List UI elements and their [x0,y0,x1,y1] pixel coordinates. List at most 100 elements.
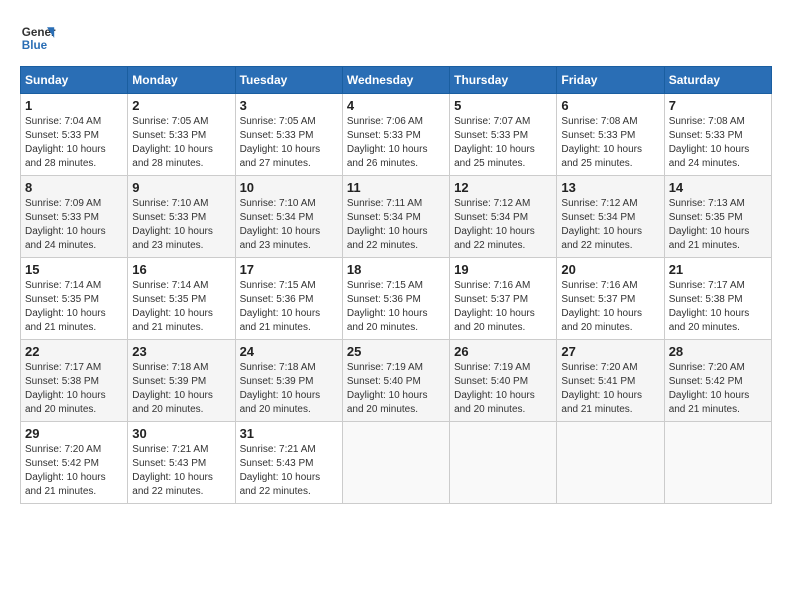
day-number: 24 [240,344,338,359]
day-number: 4 [347,98,445,113]
day-info: Sunrise: 7:15 AM Sunset: 5:36 PM Dayligh… [240,279,338,335]
day-number: 11 [347,180,445,195]
calendar-week-5: 29 Sunrise: 7:20 AM Sunset: 5:42 PM Dayli… [21,422,772,504]
calendar-cell: 12 Sunrise: 7:12 AM Sunset: 5:34 PM Dayli… [450,176,557,258]
calendar-cell: 16 Sunrise: 7:14 AM Sunset: 5:35 PM Dayli… [128,258,235,340]
calendar-week-2: 8 Sunrise: 7:09 AM Sunset: 5:33 PM Daylig… [21,176,772,258]
calendar-cell: 20 Sunrise: 7:16 AM Sunset: 5:37 PM Dayli… [557,258,664,340]
day-number: 20 [561,262,659,277]
calendar-cell: 24 Sunrise: 7:18 AM Sunset: 5:39 PM Dayli… [235,340,342,422]
day-info: Sunrise: 7:14 AM Sunset: 5:35 PM Dayligh… [132,279,230,335]
day-info: Sunrise: 7:10 AM Sunset: 5:33 PM Dayligh… [132,197,230,253]
calendar-cell: 29 Sunrise: 7:20 AM Sunset: 5:42 PM Dayli… [21,422,128,504]
day-info: Sunrise: 7:12 AM Sunset: 5:34 PM Dayligh… [454,197,552,253]
day-number: 21 [669,262,767,277]
day-number: 18 [347,262,445,277]
col-header-wednesday: Wednesday [342,67,449,94]
day-number: 28 [669,344,767,359]
day-info: Sunrise: 7:13 AM Sunset: 5:35 PM Dayligh… [669,197,767,253]
day-info: Sunrise: 7:06 AM Sunset: 5:33 PM Dayligh… [347,115,445,171]
day-number: 27 [561,344,659,359]
calendar-cell: 14 Sunrise: 7:13 AM Sunset: 5:35 PM Dayli… [664,176,771,258]
col-header-friday: Friday [557,67,664,94]
day-info: Sunrise: 7:10 AM Sunset: 5:34 PM Dayligh… [240,197,338,253]
day-number: 9 [132,180,230,195]
col-header-saturday: Saturday [664,67,771,94]
calendar-cell: 3 Sunrise: 7:05 AM Sunset: 5:33 PM Daylig… [235,94,342,176]
calendar-cell: 21 Sunrise: 7:17 AM Sunset: 5:38 PM Dayli… [664,258,771,340]
calendar-cell: 30Sunrise: 7:21 AM Sunset: 5:43 PM Dayli… [128,422,235,504]
page-header: General Blue [20,20,772,56]
calendar-cell: 26Sunrise: 7:19 AM Sunset: 5:40 PM Dayli… [450,340,557,422]
calendar-cell: 15Sunrise: 7:14 AM Sunset: 5:35 PM Dayli… [21,258,128,340]
day-number: 12 [454,180,552,195]
calendar-cell [342,422,449,504]
day-number: 14 [669,180,767,195]
calendar-cell: 27 Sunrise: 7:20 AM Sunset: 5:41 PM Dayli… [557,340,664,422]
day-number: 16 [132,262,230,277]
calendar-week-1: 1 Sunrise: 7:04 AM Sunset: 5:33 PM Daylig… [21,94,772,176]
calendar-cell [557,422,664,504]
calendar-cell: 5 Sunrise: 7:07 AM Sunset: 5:33 PM Daylig… [450,94,557,176]
col-header-monday: Monday [128,67,235,94]
day-info: Sunrise: 7:18 AM Sunset: 5:39 PM Dayligh… [132,361,230,417]
day-info: Sunrise: 7:17 AM Sunset: 5:38 PM Dayligh… [25,361,123,417]
calendar-cell: 17Sunrise: 7:15 AM Sunset: 5:36 PM Dayli… [235,258,342,340]
calendar-cell: 4 Sunrise: 7:06 AM Sunset: 5:33 PM Daylig… [342,94,449,176]
calendar-cell [664,422,771,504]
calendar-cell: 13Sunrise: 7:12 AM Sunset: 5:34 PM Dayli… [557,176,664,258]
calendar-cell: 7 Sunrise: 7:08 AM Sunset: 5:33 PM Daylig… [664,94,771,176]
day-info: Sunrise: 7:18 AM Sunset: 5:39 PM Dayligh… [240,361,338,417]
day-info: Sunrise: 7:15 AM Sunset: 5:36 PM Dayligh… [347,279,445,335]
day-number: 6 [561,98,659,113]
day-number: 30 [132,426,230,441]
calendar-cell: 25Sunrise: 7:19 AM Sunset: 5:40 PM Dayli… [342,340,449,422]
day-number: 29 [25,426,123,441]
day-number: 1 [25,98,123,113]
day-number: 23 [132,344,230,359]
day-number: 15 [25,262,123,277]
day-info: Sunrise: 7:08 AM Sunset: 5:33 PM Dayligh… [669,115,767,171]
calendar-cell: 19 Sunrise: 7:16 AM Sunset: 5:37 PM Dayli… [450,258,557,340]
day-info: Sunrise: 7:16 AM Sunset: 5:37 PM Dayligh… [454,279,552,335]
day-number: 2 [132,98,230,113]
col-header-thursday: Thursday [450,67,557,94]
day-number: 5 [454,98,552,113]
day-number: 3 [240,98,338,113]
day-number: 31 [240,426,338,441]
calendar-cell: 22 Sunrise: 7:17 AM Sunset: 5:38 PM Dayli… [21,340,128,422]
day-number: 13 [561,180,659,195]
day-number: 26 [454,344,552,359]
col-header-tuesday: Tuesday [235,67,342,94]
day-number: 10 [240,180,338,195]
day-info: Sunrise: 7:21 AM Sunset: 5:43 PM Dayligh… [240,443,338,499]
day-info: Sunrise: 7:16 AM Sunset: 5:37 PM Dayligh… [561,279,659,335]
day-info: Sunrise: 7:20 AM Sunset: 5:42 PM Dayligh… [25,443,123,499]
day-info: Sunrise: 7:17 AM Sunset: 5:38 PM Dayligh… [669,279,767,335]
day-info: Sunrise: 7:09 AM Sunset: 5:33 PM Dayligh… [25,197,123,253]
calendar-cell: 2Sunrise: 7:05 AM Sunset: 5:33 PM Daylig… [128,94,235,176]
calendar-cell: 8 Sunrise: 7:09 AM Sunset: 5:33 PM Daylig… [21,176,128,258]
calendar-cell: 1 Sunrise: 7:04 AM Sunset: 5:33 PM Daylig… [21,94,128,176]
day-number: 22 [25,344,123,359]
day-number: 19 [454,262,552,277]
calendar-cell: 31 Sunrise: 7:21 AM Sunset: 5:43 PM Dayli… [235,422,342,504]
calendar-body: 1 Sunrise: 7:04 AM Sunset: 5:33 PM Daylig… [21,94,772,504]
day-info: Sunrise: 7:05 AM Sunset: 5:33 PM Dayligh… [240,115,338,171]
day-number: 8 [25,180,123,195]
calendar-cell: 11Sunrise: 7:11 AM Sunset: 5:34 PM Dayli… [342,176,449,258]
day-number: 7 [669,98,767,113]
calendar-cell [450,422,557,504]
day-info: Sunrise: 7:20 AM Sunset: 5:41 PM Dayligh… [561,361,659,417]
day-info: Sunrise: 7:07 AM Sunset: 5:33 PM Dayligh… [454,115,552,171]
calendar-cell: 28 Sunrise: 7:20 AM Sunset: 5:42 PM Dayli… [664,340,771,422]
calendar-table: SundayMondayTuesdayWednesdayThursdayFrid… [20,66,772,504]
day-info: Sunrise: 7:20 AM Sunset: 5:42 PM Dayligh… [669,361,767,417]
calendar-cell: 18 Sunrise: 7:15 AM Sunset: 5:36 PM Dayli… [342,258,449,340]
logo: General Blue [20,20,56,56]
day-info: Sunrise: 7:19 AM Sunset: 5:40 PM Dayligh… [347,361,445,417]
calendar-cell: 6Sunrise: 7:08 AM Sunset: 5:33 PM Daylig… [557,94,664,176]
svg-text:Blue: Blue [22,39,48,52]
day-info: Sunrise: 7:04 AM Sunset: 5:33 PM Dayligh… [25,115,123,171]
calendar-cell: 23 Sunrise: 7:18 AM Sunset: 5:39 PM Dayli… [128,340,235,422]
